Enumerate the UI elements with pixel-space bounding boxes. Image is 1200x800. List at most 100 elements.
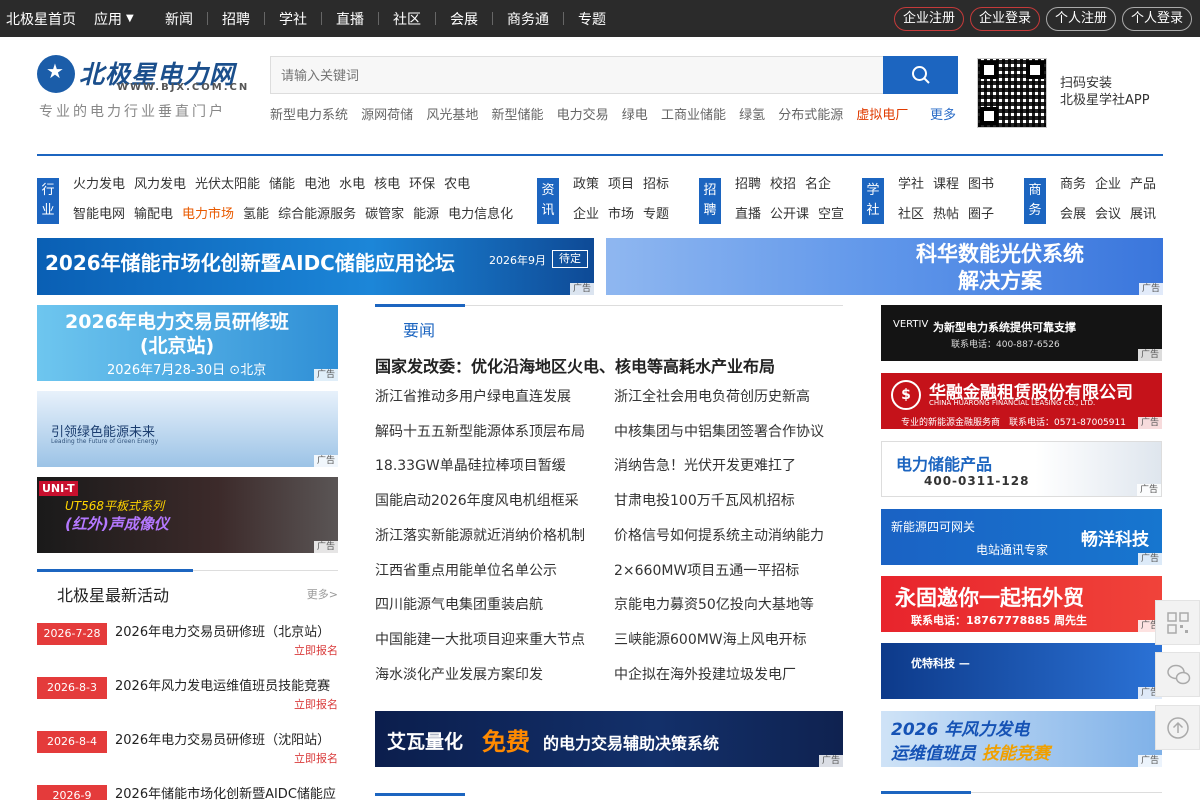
- hot-keyword[interactable]: 源网荷储: [361, 108, 413, 123]
- ad-aiwa[interactable]: 艾瓦量化 免费 的电力交易辅助决策系统 广告: [375, 711, 843, 767]
- category-link[interactable]: 电池: [304, 177, 330, 192]
- ad-vertiv[interactable]: VERTIV 为新型电力系统提供可靠支撑 联系电话：400-887-6526 广…: [881, 305, 1162, 361]
- category-link[interactable]: 政策: [573, 177, 599, 192]
- float-wechat-button[interactable]: [1155, 652, 1200, 697]
- category-link[interactable]: 输配电: [134, 207, 173, 222]
- search-input[interactable]: [270, 56, 884, 94]
- ad-huarong[interactable]: $ 华融金融租赁股份有限公司 CHINA HUARONG FINANCIAL L…: [881, 373, 1162, 429]
- nav-link-business[interactable]: 商务通: [507, 9, 549, 29]
- ad-changyang[interactable]: 新能源四可网关 电站通讯专家 畅洋科技 广告: [881, 509, 1162, 565]
- news-item[interactable]: 海水淡化产业发展方案印发: [375, 664, 543, 684]
- category-link[interactable]: 名企: [805, 177, 831, 192]
- news-item[interactable]: 中企拟在海外投建垃圾发电厂: [614, 664, 796, 684]
- news-item[interactable]: 国能启动2026年度风电机组框采: [375, 490, 579, 510]
- activity-title[interactable]: 2026年电力交易员研修班（沈阳站）: [115, 729, 330, 748]
- personal-login-button[interactable]: 个人登录: [1121, 7, 1192, 31]
- category-link[interactable]: 水电: [339, 177, 365, 192]
- ad-trading-class[interactable]: 2026年电力交易员研修班 (北京站) 2026年7月28-30日 ⊙北京 广告: [37, 305, 338, 381]
- category-link[interactable]: 碳管家: [365, 207, 404, 222]
- news-item[interactable]: 解码十五五新型能源体系顶层布局: [375, 421, 585, 441]
- ad-uni-t[interactable]: UNI-T UT568平板式系列 (红外)声成像仪 广告: [37, 477, 338, 553]
- category-link[interactable]: 学社: [898, 177, 924, 192]
- category-link[interactable]: 公开课: [770, 207, 809, 222]
- nav-link-news[interactable]: 新闻: [165, 9, 193, 29]
- category-link[interactable]: 会议: [1095, 207, 1121, 222]
- news-item[interactable]: 江西省重点用能单位名单公示: [375, 560, 557, 580]
- category-link[interactable]: 农电: [444, 177, 470, 192]
- ad-youte[interactable]: 优特科技 — 广告: [881, 643, 1162, 699]
- hot-keyword[interactable]: 分布式能源: [778, 108, 843, 123]
- category-link[interactable]: 直播: [735, 207, 761, 222]
- activity-title[interactable]: 2026年电力交易员研修班（北京站）: [115, 621, 330, 640]
- category-link[interactable]: 火力发电: [73, 177, 125, 192]
- hot-keyword[interactable]: 工商业储能: [661, 108, 726, 123]
- news-item[interactable]: 浙江省推动多用户绿电直连发展: [375, 386, 571, 406]
- category-link[interactable]: 热帖: [933, 207, 959, 222]
- hot-keyword[interactable]: 电力交易: [557, 108, 609, 123]
- news-item[interactable]: 价格信号如何提系统主动消纳能力: [614, 525, 824, 545]
- category-link[interactable]: 光伏太阳能: [195, 177, 260, 192]
- activity-title[interactable]: 2026年风力发电运维值班员技能竞赛: [115, 675, 330, 694]
- news-item[interactable]: 四川能源气电集团重装启航: [375, 594, 543, 614]
- headline-link[interactable]: 国家发改委：优化沿海地区火电、核电等高耗水产业布局: [375, 353, 775, 377]
- category-link[interactable]: 空宣: [818, 207, 844, 222]
- personal-register-button[interactable]: 个人注册: [1045, 7, 1116, 31]
- category-link[interactable]: 招聘: [735, 177, 761, 192]
- activity-item[interactable]: 2026-9 2026年储能市场化创新暨AIDC储能应: [37, 775, 338, 800]
- category-link[interactable]: 综合能源服务: [278, 207, 356, 222]
- category-link[interactable]: 校招: [770, 177, 796, 192]
- hot-keywords-more-link[interactable]: 更多: [930, 104, 956, 123]
- nav-link-jobs[interactable]: 招聘: [222, 9, 250, 29]
- category-link[interactable]: 企业: [1095, 177, 1121, 192]
- company-login-button[interactable]: 企业登录: [969, 7, 1040, 31]
- float-qr-button[interactable]: [1155, 600, 1200, 645]
- category-link[interactable]: 课程: [933, 177, 959, 192]
- news-item[interactable]: 浙江落实新能源就近消纳价格机制: [375, 525, 585, 545]
- category-link[interactable]: 电力信息化: [448, 207, 513, 222]
- company-register-button[interactable]: 企业注册: [893, 7, 964, 31]
- ad-storage-product[interactable]: 电力储能产品 400-0311-128 广告: [881, 441, 1162, 497]
- nav-link-topics[interactable]: 专题: [578, 9, 606, 29]
- category-link[interactable]: 企业: [573, 207, 599, 222]
- category-link[interactable]: 专题: [643, 207, 669, 222]
- banner-kehua-pv[interactable]: 科华数能光伏系统 解决方案 广告: [606, 238, 1163, 295]
- hot-keyword[interactable]: 风光基地: [426, 108, 478, 123]
- register-link[interactable]: 立即报名: [294, 696, 338, 712]
- category-link[interactable]: 环保: [409, 177, 435, 192]
- activity-title[interactable]: 2026年储能市场化创新暨AIDC储能应: [115, 783, 336, 800]
- ad-yonggu[interactable]: 永固邀你一起拓外贸 联系电话：18767778885 周先生 广告: [881, 576, 1162, 632]
- register-link[interactable]: 立即报名: [294, 642, 338, 658]
- category-link[interactable]: 社区: [898, 207, 924, 222]
- category-link[interactable]: 商务: [1060, 177, 1086, 192]
- news-item[interactable]: 三峡能源600MW海上风电开标: [614, 629, 807, 649]
- category-link[interactable]: 招标: [643, 177, 669, 192]
- news-item[interactable]: 中核集团与中铝集团签署合作协议: [614, 421, 824, 441]
- ad-wind-contest[interactable]: 2026 年风力发电 运维值班员 技能竞赛 广告: [881, 711, 1162, 767]
- nav-link-expo[interactable]: 会展: [450, 9, 478, 29]
- tab-news[interactable]: 要闻: [403, 317, 435, 341]
- category-link[interactable]: 项目: [608, 177, 634, 192]
- register-link[interactable]: 立即报名: [294, 750, 338, 766]
- category-link[interactable]: 图书: [968, 177, 994, 192]
- news-item[interactable]: 18.33GW单晶硅拉棒项目暂缓: [375, 455, 566, 475]
- news-item[interactable]: 中国能建一大批项目迎来重大节点: [375, 629, 585, 649]
- ad-green-energy[interactable]: 引领绿色能源未来 Leading the Future of Green Ene…: [37, 391, 338, 467]
- category-link[interactable]: 风力发电: [134, 177, 186, 192]
- hot-keyword[interactable]: 绿电: [622, 108, 648, 123]
- category-link[interactable]: 核电: [374, 177, 400, 192]
- home-link[interactable]: 北极星首页: [6, 9, 76, 29]
- category-link[interactable]: 能源: [413, 207, 439, 222]
- nav-link-academy[interactable]: 学社: [279, 9, 307, 29]
- hot-keyword[interactable]: 绿氢: [739, 108, 765, 123]
- app-menu[interactable]: 应用 ▼: [94, 9, 134, 29]
- activity-item[interactable]: 2026-8-4 2026年电力交易员研修班（沈阳站） 立即报名: [37, 721, 338, 775]
- nav-link-community[interactable]: 社区: [393, 9, 421, 29]
- site-logo[interactable]: 北极星电力网 WWW.BJX.COM.CN 专业的电力行业垂直门户: [37, 55, 247, 120]
- category-link[interactable]: 智能电网: [73, 207, 125, 222]
- category-link[interactable]: 产品: [1130, 177, 1156, 192]
- news-item[interactable]: 甘肃电投100万千瓦风机招标: [614, 490, 795, 510]
- activities-more-link[interactable]: 更多>: [307, 586, 338, 602]
- category-link[interactable]: 氢能: [243, 207, 269, 222]
- news-item[interactable]: 消纳告急！光伏开发更难扛了: [614, 455, 796, 475]
- hot-keyword[interactable]: 新型电力系统: [270, 108, 348, 123]
